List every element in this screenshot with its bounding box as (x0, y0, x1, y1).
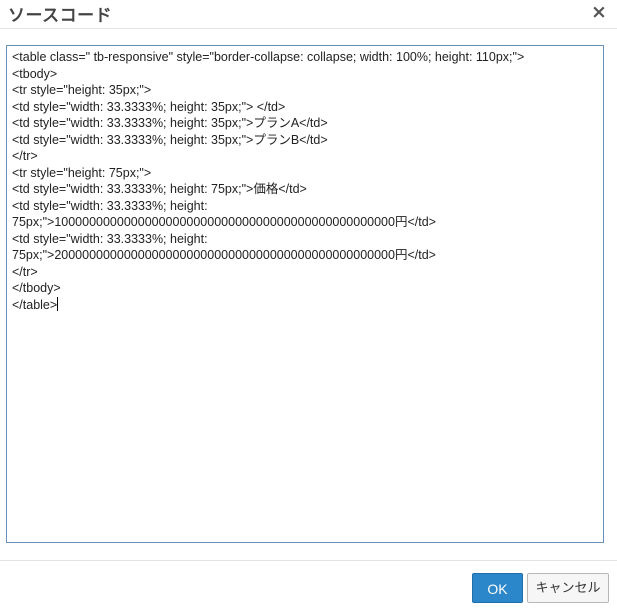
close-icon[interactable]: × (589, 2, 609, 22)
dialog-title: ソースコード (8, 6, 113, 26)
source-code-dialog: ソースコード × <table class=" tb-responsive" s… (0, 0, 617, 609)
source-code-text: <table class=" tb-responsive" style="bor… (12, 50, 525, 312)
cancel-button[interactable]: キャンセル (527, 573, 609, 603)
dialog-header: ソースコード × (0, 0, 617, 29)
ok-button[interactable]: OK (472, 573, 523, 603)
text-cursor (57, 296, 59, 311)
source-code-content: <table class=" tb-responsive" style="bor… (12, 49, 598, 313)
source-code-textarea[interactable]: <table class=" tb-responsive" style="bor… (6, 45, 604, 543)
dialog-footer: OK キャンセル (0, 560, 617, 609)
